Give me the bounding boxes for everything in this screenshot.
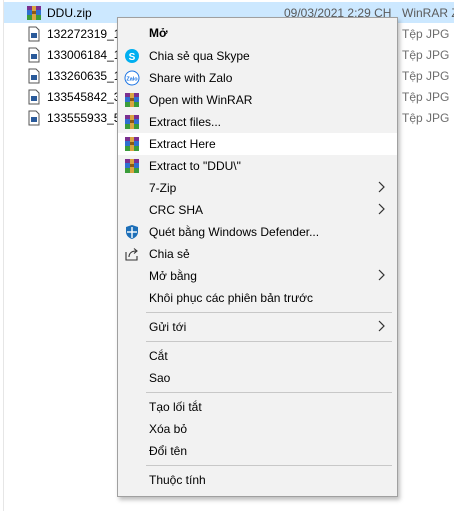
menu-item-label: Mở [149,26,168,40]
menu-item-share[interactable]: Chia sẻ [118,243,397,265]
winrar-icon [125,137,139,151]
menu-item-rename[interactable]: Đổi tên [118,440,397,462]
jpg-file-icon [28,47,40,62]
menu-item-delete[interactable]: Xóa bỏ [118,418,397,440]
menu-item-label: Extract to "DDU\" [149,159,241,173]
menu-item-label: Gửi tới [149,320,187,334]
file-type: WinRAR Z [402,5,454,20]
menu-item-label: Quét bằng Windows Defender... [149,225,320,239]
menu-item-label: Thuộc tính [149,473,206,487]
context-menu: Mở S Chia sẻ qua Skype Zalo Share with Z… [117,17,398,497]
chevron-right-icon [378,181,385,193]
winrar-icon [125,93,139,107]
menu-item-label: Chia sẻ qua Skype [149,49,250,63]
menu-separator [146,312,392,313]
file-type: Tệp JPG [402,47,450,62]
file-type: Tệp JPG [402,89,450,104]
menu-item-restore-previous[interactable]: Khôi phục các phiên bản trước [118,287,397,309]
menu-item-send-to[interactable]: Gửi tới [118,316,397,338]
menu-item-properties[interactable]: Thuộc tính [118,469,397,491]
menu-item-label: Extract Here [149,137,216,151]
menu-item-label: Khôi phục các phiên bản trước [149,291,313,305]
chevron-right-icon [378,203,385,215]
menu-item-label: Tạo lối tắt [149,400,202,414]
menu-item-label: Share with Zalo [149,71,233,85]
menu-item-create-shortcut[interactable]: Tạo lối tắt [118,396,397,418]
chevron-right-icon [378,269,385,281]
menu-separator [146,392,392,393]
menu-item-copy[interactable]: Sao [118,367,397,389]
file-type: Tệp JPG [402,110,450,125]
windows-defender-icon [126,225,138,239]
winrar-icon [125,115,139,129]
menu-item-open-with[interactable]: Mở bằng [118,265,397,287]
menu-item-label: Mở bằng [149,269,197,283]
menu-item-scan-defender[interactable]: Quét bằng Windows Defender... [118,221,397,243]
jpg-file-icon [28,68,40,83]
menu-item-label: Đổi tên [149,444,188,458]
file-type: Tệp JPG [402,26,450,41]
svg-text:S: S [129,52,136,63]
menu-item-7zip[interactable]: 7-Zip [118,177,397,199]
menu-item-share-zalo[interactable]: Zalo Share with Zalo [118,67,397,89]
svg-text:Zalo: Zalo [126,77,138,83]
menu-item-label: Open with WinRAR [149,93,253,107]
menu-item-label: Extract files... [149,115,222,129]
jpg-file-icon [28,110,40,125]
jpg-file-icon [28,89,40,104]
menu-item-share-skype[interactable]: S Chia sẻ qua Skype [118,45,397,67]
menu-item-label: Chia sẻ [149,247,190,261]
menu-item-open[interactable]: Mở [118,22,397,44]
menu-item-label: 7-Zip [149,181,177,195]
menu-separator [146,465,392,466]
zalo-icon: Zalo [124,70,140,86]
menu-separator [146,341,392,342]
menu-item-crc-sha[interactable]: CRC SHA [118,199,397,221]
file-type: Tệp JPG [402,68,450,83]
share-icon [125,248,138,261]
menu-item-label: Xóa bỏ [149,422,188,436]
menu-item-label: CRC SHA [149,203,204,217]
skype-icon: S [125,49,139,63]
menu-item-extract-files[interactable]: Extract files... [118,111,397,133]
menu-item-cut[interactable]: Cắt [118,345,397,367]
menu-item-label: Sao [149,371,171,385]
menu-item-open-with-winrar[interactable]: Open with WinRAR [118,89,397,111]
jpg-file-icon [28,26,40,41]
winrar-icon [27,5,41,20]
menu-item-label: Cắt [149,349,168,363]
menu-item-extract-here[interactable]: Extract Here [118,133,397,155]
winrar-icon [125,159,139,173]
chevron-right-icon [378,320,385,332]
menu-item-extract-to-ddu[interactable]: Extract to "DDU\" [118,155,397,177]
